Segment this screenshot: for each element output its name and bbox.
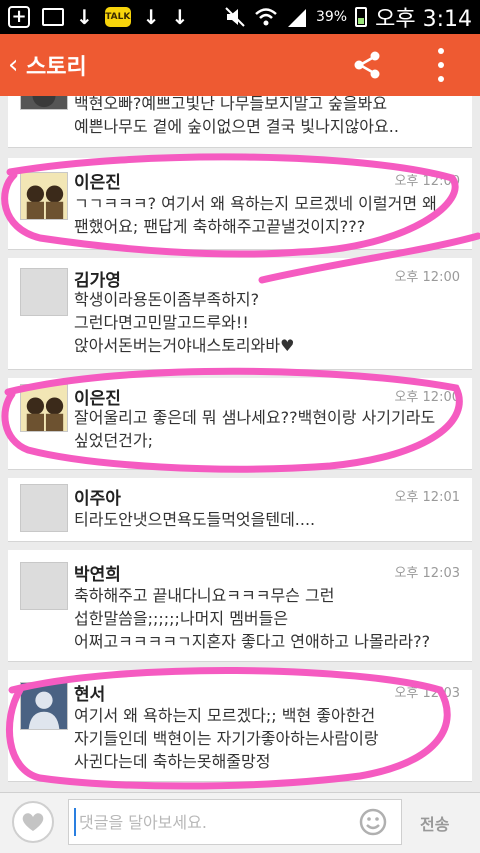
page-title: 스토리: [26, 55, 87, 80]
comment-time: 오후 12:01: [394, 490, 460, 505]
comment-item: 백현오빠?예쁘고빛난 나무들보지말고 숲을봐요 예쁜나무도 곁에 숲이없으면 결…: [8, 96, 472, 148]
comment-author[interactable]: 이주아: [74, 484, 121, 509]
app-bar: ‹ 스토리: [0, 34, 480, 96]
comment-text: 잘어울리고 좋은데 뭐 샘나세요??백현이랑 사기기라도 싶었던건가;: [74, 408, 436, 450]
comment-text: 백현오빠?예쁘고빛난 나무들보지말고 숲을봐요 예쁜나무도 곁에 숲이없으면 결…: [74, 96, 399, 136]
back-button[interactable]: ‹: [0, 50, 26, 80]
share-icon[interactable]: [352, 50, 382, 80]
battery-icon: [355, 7, 368, 27]
send-button[interactable]: 전송: [420, 811, 449, 835]
heart-icon: [22, 813, 44, 831]
comment-item: 이주아 오후 12:01 티라도안냇으면욕도들먹엇을텐데....: [8, 478, 472, 542]
comment-text: 축하해주고 끝내다니요ㅋㅋㅋ무슨 그런 섭한말씀을;;;;;;나머지 멤버들은 …: [74, 586, 431, 651]
avatar: [20, 484, 68, 532]
comment-time: 오후 12:00: [394, 174, 460, 189]
avatar: [20, 682, 68, 730]
comment-time: 오후 12:00: [394, 270, 460, 285]
comment-text: ㄱㄱㅋㅋㅋ? 여기서 왜 욕하는지 모르겠네 이럴거면 왜 팬했어요; 팬답게 …: [74, 194, 437, 236]
avatar: [20, 384, 68, 432]
emoji-icon[interactable]: [358, 807, 388, 837]
battery-percent: 39%: [315, 9, 348, 25]
comment-author[interactable]: 이은진: [74, 168, 121, 193]
avatar: [20, 562, 68, 610]
comment-text: 여기서 왜 욕하는지 모르겠다;; 백현 좋아한건 자기들인데 백현이는 자기가…: [74, 706, 379, 771]
comment-item: 이은진 오후 12:00 잘어울리고 좋은데 뭐 샘나세요??백현이랑 사기기라…: [8, 378, 472, 470]
comment-text: 티라도안냇으면욕도들먹엇을텐데....: [74, 510, 316, 529]
wifi-icon: [255, 8, 277, 26]
download-icon: ↓: [142, 5, 160, 29]
comment-time: 오후 12:03: [394, 686, 460, 701]
comment-item: 현서 오후 12:03 여기서 왜 욕하는지 모르겠다;; 백현 좋아한건 자기…: [8, 670, 472, 782]
comment-text: 학생이라용돈이좀부족하지? 그런다면고민말고드루와!! 앉아서돈버는거야내스토리…: [74, 290, 295, 355]
download-icon: ↓: [76, 5, 93, 29]
avatar: [20, 268, 68, 316]
comment-time: 오후 12:03: [394, 566, 460, 581]
comment-input[interactable]: [68, 799, 402, 845]
avatar: [20, 96, 68, 110]
more-options-icon[interactable]: [436, 48, 446, 82]
download-icon: ↓: [171, 5, 189, 29]
status-bar: + ↓ TALK ↓ ↓ 39% 오후 3:14: [0, 0, 480, 34]
clock: 오후 3:14: [375, 7, 472, 32]
kakaotalk-icon: TALK: [104, 7, 131, 27]
image-notification-icon: [42, 8, 64, 26]
add-notification-icon: +: [8, 6, 30, 28]
comment-author[interactable]: 박연희: [74, 560, 121, 585]
avatar: [20, 172, 68, 220]
comment-time: 오후 12:00: [394, 390, 460, 405]
signal-icon: [287, 9, 306, 27]
comment-input-bar: 전송: [0, 792, 480, 853]
comment-list[interactable]: 백현오빠?예쁘고빛난 나무들보지말고 숲을봐요 예쁜나무도 곁에 숲이없으면 결…: [8, 96, 472, 792]
comment-item: 이은진 오후 12:00 ㄱㄱㅋㅋㅋ? 여기서 왜 욕하는지 모르겠네 이럴거면…: [8, 158, 472, 250]
like-button[interactable]: [12, 801, 54, 843]
comment-item: 김가영 오후 12:00 학생이라용돈이좀부족하지? 그런다면고민말고드루와!!…: [8, 258, 472, 370]
comment-author[interactable]: 현서: [74, 680, 105, 705]
comment-item: 박연희 오후 12:03 축하해주고 끝내다니요ㅋㅋㅋ무슨 그런 섭한말씀을;;…: [8, 550, 472, 662]
mute-icon: [225, 7, 245, 27]
text-cursor: [74, 808, 76, 836]
